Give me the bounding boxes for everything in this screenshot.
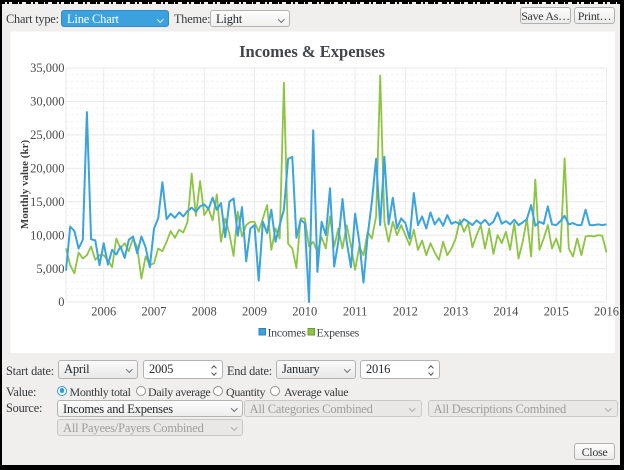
svg-text:20,000: 20,000	[30, 162, 64, 176]
svg-text:Incomes: Incomes	[268, 326, 307, 340]
svg-text:Expenses: Expenses	[317, 326, 360, 340]
svg-text:10,000: 10,000	[30, 228, 64, 242]
svg-text:5,000: 5,000	[36, 262, 64, 276]
svg-text:2009: 2009	[242, 305, 267, 319]
svg-text:2011: 2011	[343, 305, 368, 319]
svg-text:2012: 2012	[393, 305, 418, 319]
svg-text:15,000: 15,000	[30, 195, 64, 209]
svg-text:2015: 2015	[544, 305, 569, 319]
svg-text:30,000: 30,000	[30, 95, 64, 109]
svg-text:2008: 2008	[192, 305, 217, 319]
svg-text:Incomes & Expenses: Incomes & Expenses	[239, 42, 385, 61]
svg-text:35,000: 35,000	[30, 61, 64, 75]
svg-text:2007: 2007	[142, 305, 167, 319]
svg-text:2014: 2014	[493, 305, 519, 319]
svg-text:2013: 2013	[443, 305, 468, 319]
svg-text:0: 0	[58, 295, 64, 309]
svg-text:25,000: 25,000	[30, 128, 64, 142]
svg-text:2010: 2010	[292, 305, 317, 319]
svg-text:2016: 2016	[594, 305, 619, 319]
svg-text:2006: 2006	[91, 305, 116, 319]
svg-text:Monthly value (kr): Monthly value (kr)	[19, 140, 31, 230]
